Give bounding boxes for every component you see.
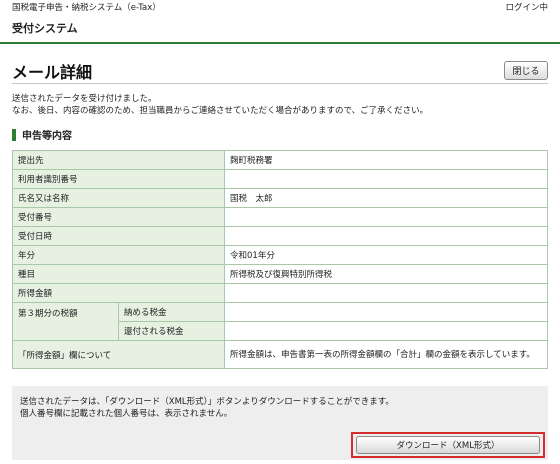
notice-line-1: 送信されたデータを受け付けました。	[12, 94, 157, 104]
subsystem-bar: 受付システム	[0, 14, 560, 44]
table-row: 第３期分の税額 納める税金	[12, 302, 548, 341]
tax-group-label: 第３期分の税額	[12, 302, 119, 341]
table-row: 提出先 麹町税務署	[12, 150, 548, 170]
page-title: メール詳細	[12, 62, 93, 82]
notice-text: 送信されたデータを受け付けました。 なお、後日、内容の確認のため、担当職員からご…	[12, 93, 548, 117]
footer-line-2: 個人番号欄に記載された個人番号は、表示されません。	[20, 409, 233, 419]
table-row: 受付日時	[12, 226, 548, 246]
table-row: 氏名又は名称 国税 太郎	[12, 188, 548, 208]
table-row: 利用者識別番号	[12, 169, 548, 189]
table-row: 種目 所得税及び復興特別所得税	[12, 264, 548, 284]
income-note-label: 「所得金額」欄について	[12, 340, 225, 369]
row-value: 国税 太郎	[224, 188, 548, 208]
footer-line-1: 送信されたデータは、「ダウンロード（XML形式）」ボタンよりダウンロードすること…	[20, 397, 394, 407]
table-row: 「所得金額」欄について 所得金額は、申告書第一表の所得金額欄の「合計」欄の金額を…	[12, 340, 548, 369]
income-note-value: 所得金額は、申告書第一表の所得金額欄の「合計」欄の金額を表示しています。	[224, 340, 548, 369]
pay-tax-label: 納める税金	[118, 302, 225, 322]
refund-tax-label: 還付される税金	[118, 321, 225, 341]
refund-tax-value	[224, 321, 548, 341]
row-value	[224, 169, 548, 189]
table-row: 受付番号	[12, 207, 548, 227]
row-value	[224, 226, 548, 246]
notice-line-2: なお、後日、内容の確認のため、担当職員からご連絡させていただく場合がありますので…	[12, 106, 429, 116]
info-table: 提出先 麹町税務署 利用者識別番号 氏名又は名称 国税 太郎 受付番号 受付日時…	[12, 150, 548, 369]
pay-tax-value	[224, 302, 548, 322]
table-row: 所得金額	[12, 283, 548, 303]
system-name: 国税電子申告・納税システム（e-Tax）	[12, 3, 161, 13]
row-value: 麹町税務署	[224, 150, 548, 170]
row-value: 所得税及び復興特別所得税	[224, 264, 548, 284]
row-value	[224, 207, 548, 227]
top-bar: 国税電子申告・納税システム（e-Tax） ログイン中	[0, 0, 560, 14]
login-status: ログイン中	[505, 3, 548, 13]
table-row: 年分 令和01年分	[12, 245, 548, 265]
download-highlight: ダウンロード（XML形式）	[351, 432, 545, 458]
close-button[interactable]: 閉じる	[504, 61, 548, 80]
download-xml-button[interactable]: ダウンロード（XML形式）	[356, 436, 540, 454]
subsystem-title: 受付システム	[12, 22, 78, 35]
row-value: 令和01年分	[224, 245, 548, 265]
row-label: 種目	[12, 264, 225, 284]
section-heading: 申告等内容	[12, 128, 72, 142]
row-label: 所得金額	[12, 283, 225, 303]
title-row: メール詳細 閉じる	[12, 58, 548, 84]
row-label: 提出先	[12, 150, 225, 170]
row-label: 年分	[12, 245, 225, 265]
row-label: 氏名又は名称	[12, 188, 225, 208]
row-label: 受付番号	[12, 207, 225, 227]
row-label: 受付日時	[12, 226, 225, 246]
section-title: 申告等内容	[22, 131, 72, 142]
section-marker-icon	[12, 128, 16, 141]
row-value	[224, 283, 548, 303]
row-label: 利用者識別番号	[12, 169, 225, 189]
